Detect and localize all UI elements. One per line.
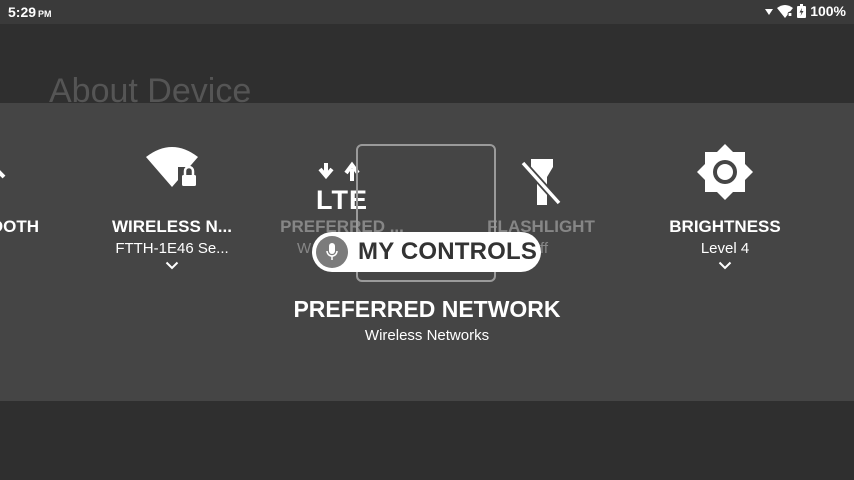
focused-tile-title: PREFERRED NETWORK [293, 296, 561, 322]
chevron-down-icon[interactable] [718, 261, 732, 270]
tile-sub: FTTH-1E46 Se... [115, 240, 229, 257]
voice-prompt-pill[interactable]: MY CONTROLS [312, 232, 541, 272]
flashlight-off-icon [520, 159, 562, 206]
status-icons: 100% [765, 3, 846, 19]
chevron-down-icon[interactable] [165, 261, 179, 270]
battery-icon [797, 4, 807, 18]
status-time-value: 5:29 [8, 4, 37, 20]
status-bar: 5:29 PM 100% [0, 0, 854, 24]
status-ampm: PM [38, 9, 52, 19]
tile-label: WIRELESS N... [112, 217, 232, 236]
wifi-lock-icon [146, 147, 200, 189]
mic-icon[interactable] [316, 236, 348, 268]
tile-sub: Level 4 [700, 240, 750, 257]
voice-prompt-label: MY CONTROLS [358, 238, 538, 265]
brightness-icon [697, 144, 753, 200]
status-time: 5:29 PM [8, 4, 52, 20]
tile-label: BRIGHTNESS [669, 217, 781, 236]
bluetooth-icon [0, 170, 6, 179]
focused-tile-subtitle: Wireless Networks [364, 327, 490, 344]
battery-percent: 100% [810, 3, 846, 19]
signal-icon [765, 9, 774, 15]
wifi-icon [777, 4, 794, 18]
tile-label: OOTH [0, 217, 39, 236]
